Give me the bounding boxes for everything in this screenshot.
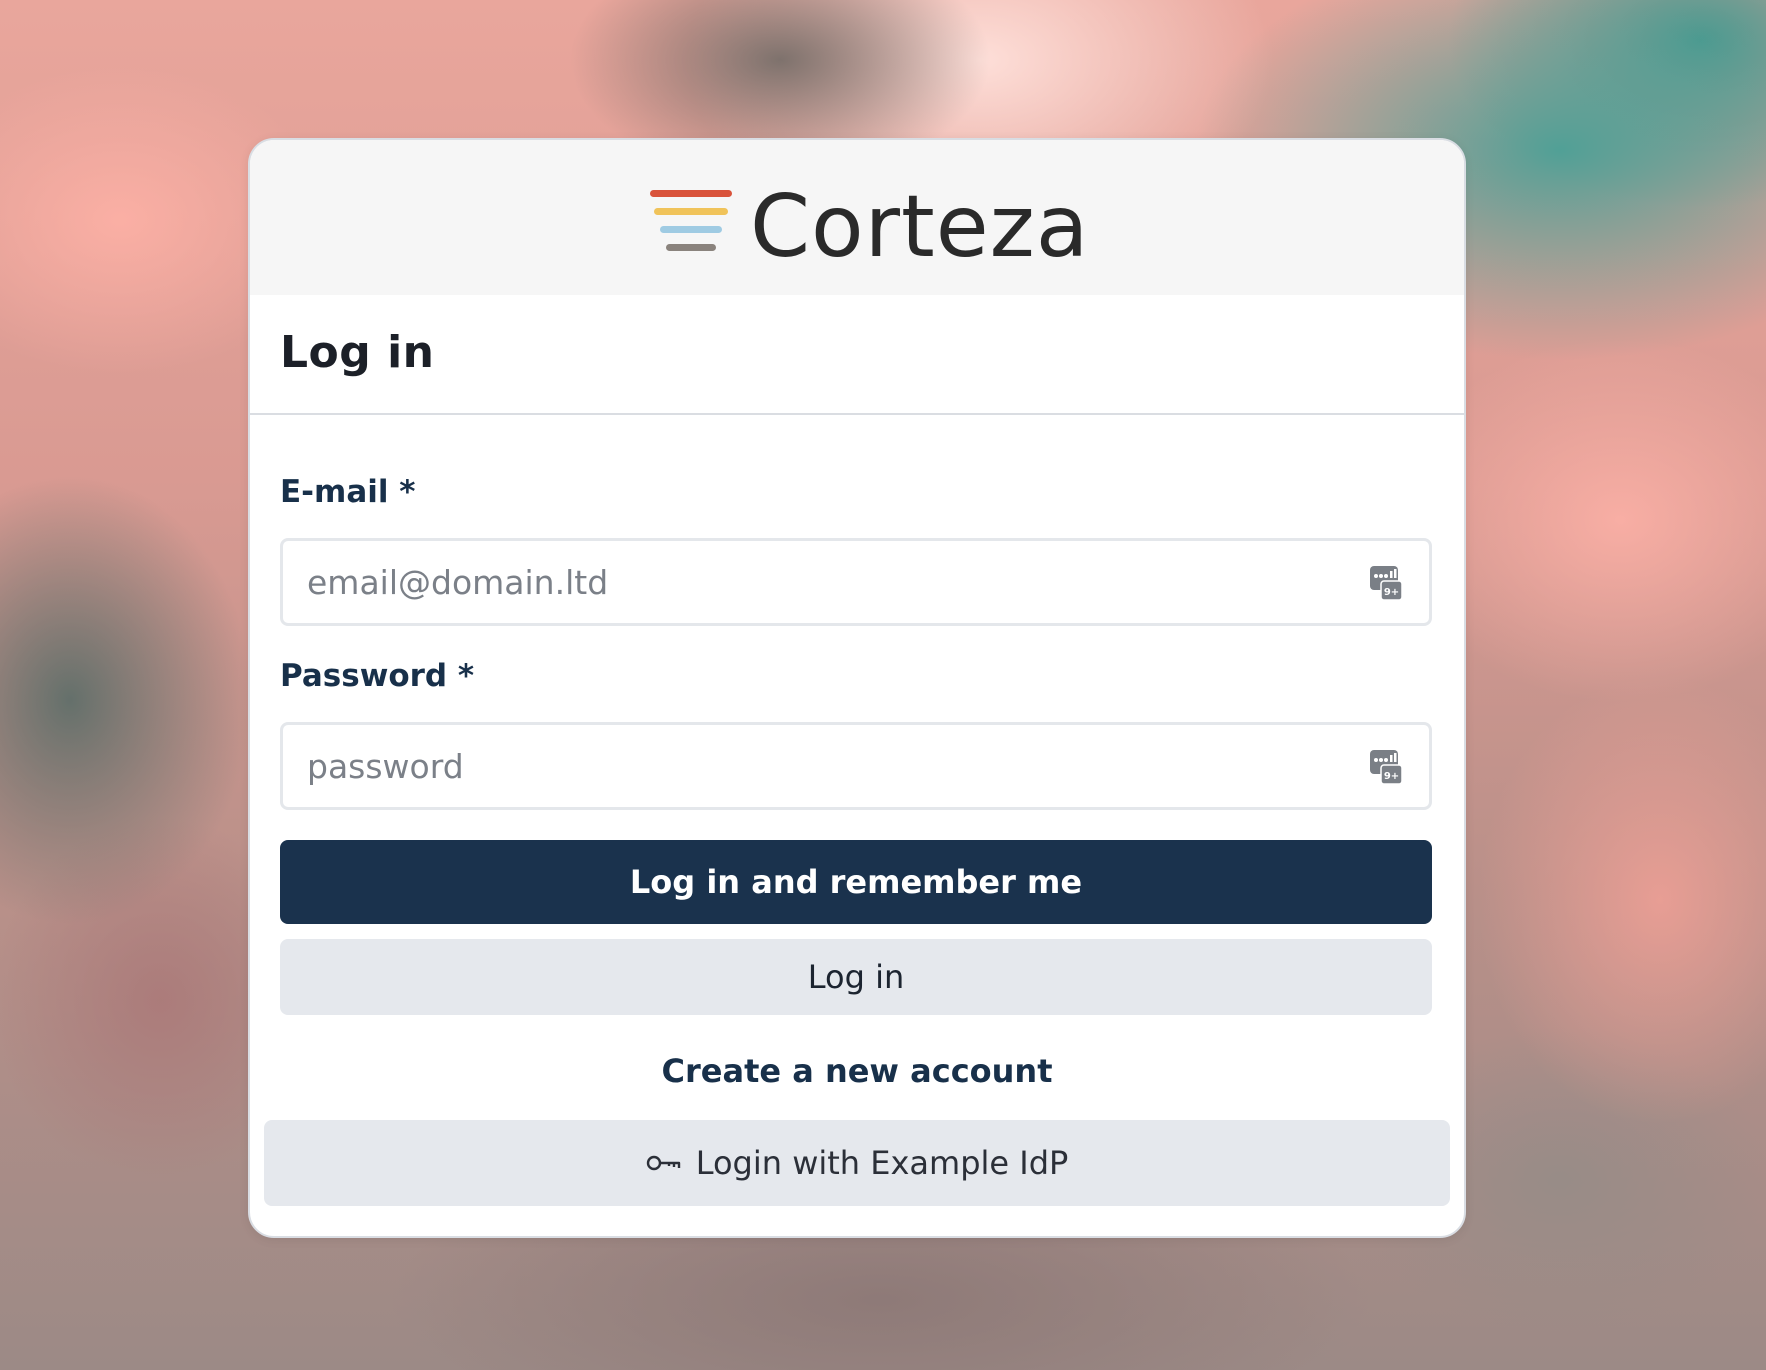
logo-mark-icon — [650, 190, 734, 264]
password-manager-icon[interactable]: 9+ — [1369, 749, 1403, 785]
corteza-logo: Corteza — [650, 182, 1090, 272]
email-field[interactable] — [307, 541, 1337, 623]
brand-name: Corteza — [750, 177, 1090, 277]
email-label: E-mail * — [280, 474, 416, 510]
logo-stripe-blue — [660, 226, 722, 233]
password-field[interactable] — [307, 725, 1337, 807]
logo-stripe-red — [650, 190, 732, 197]
logo-band: Corteza — [250, 140, 1464, 295]
logo-stripe-grey — [666, 244, 716, 251]
page-title: Log in — [280, 327, 435, 378]
svg-text:9+: 9+ — [1384, 771, 1399, 782]
email-field-wrapper: 9+ — [280, 538, 1432, 626]
password-manager-icon[interactable]: 9+ — [1369, 565, 1403, 601]
login-button-label: Log in — [807, 958, 905, 996]
password-field-wrapper: 9+ — [280, 722, 1432, 810]
key-icon — [646, 1155, 680, 1171]
idp-login-button[interactable]: Login with Example IdP — [264, 1120, 1450, 1206]
logo-stripe-yellow — [654, 208, 728, 215]
idp-login-button-label: Login with Example IdP — [695, 1144, 1069, 1182]
create-account-link[interactable]: Create a new account — [250, 1052, 1464, 1090]
svg-text:9+: 9+ — [1384, 587, 1399, 598]
login-remember-button-label: Log in and remember me — [629, 863, 1083, 901]
login-card: Corteza Log in E-mail * 9+ Password * — [248, 138, 1466, 1238]
card-header: Log in — [250, 295, 1464, 415]
login-button[interactable]: Log in — [280, 939, 1432, 1015]
login-remember-button[interactable]: Log in and remember me — [280, 840, 1432, 924]
password-label: Password * — [280, 658, 475, 694]
